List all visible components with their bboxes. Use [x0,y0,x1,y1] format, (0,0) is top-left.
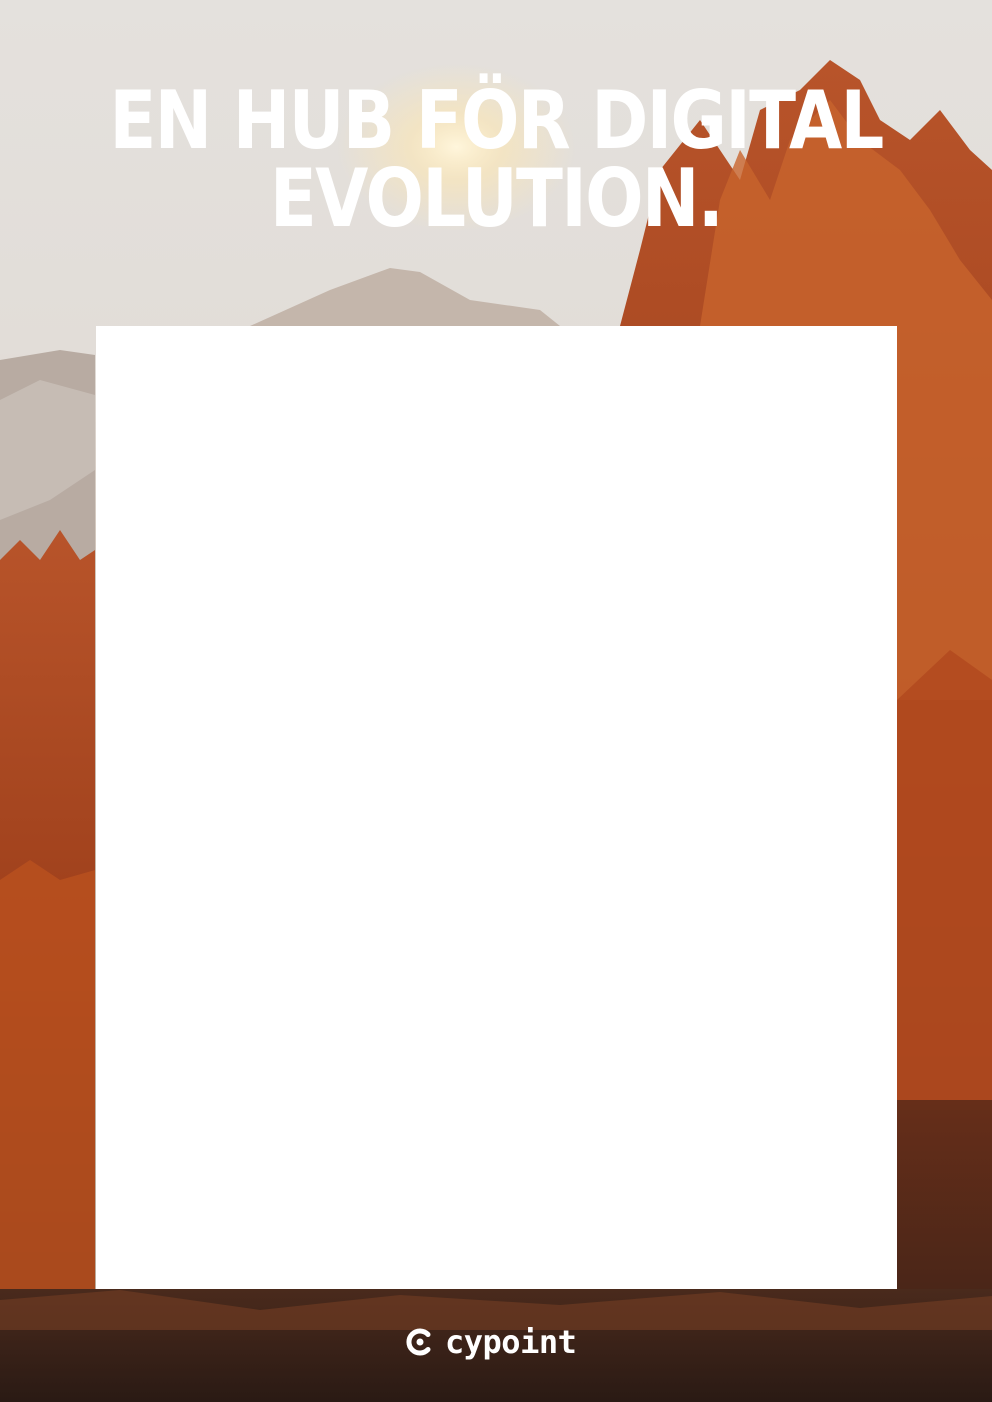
logo-wordmark: cypoint [445,1323,577,1361]
poster-page: EN HUB FÖR DIGITAL EVOLUTION. cypoint [0,0,992,1402]
headline-line-1: EN HUB FÖR DIGITAL [109,74,884,167]
c-ring-dot-icon [406,1328,431,1356]
content-panel [96,326,897,1289]
cypoint-logo: cypoint [405,1322,577,1362]
headline: EN HUB FÖR DIGITAL EVOLUTION. [69,74,922,245]
headline-line-2: EVOLUTION. [269,152,724,245]
